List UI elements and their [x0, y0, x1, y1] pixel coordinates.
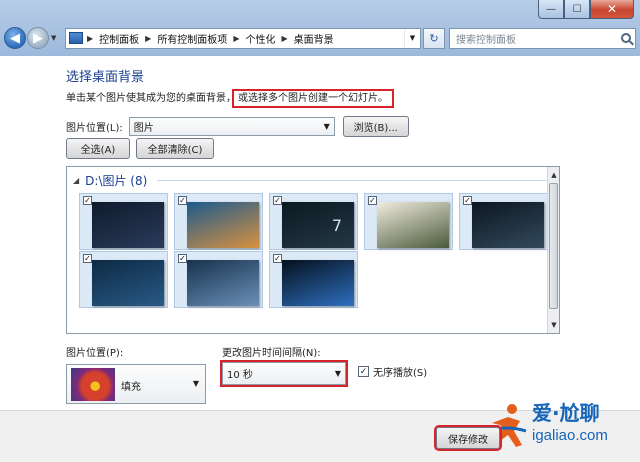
group-divider: [157, 180, 547, 181]
chevron-down-icon: ▼: [334, 369, 341, 378]
wallpaper-thumbnail[interactable]: ✓: [79, 251, 168, 308]
window-controls: — ☐ ✕: [538, 0, 634, 19]
description-text: 单击某个图片使其成为您的桌面背景，: [66, 93, 236, 104]
gallery-group-title: D:\图片 (8): [85, 174, 148, 188]
wallpaper-thumbnail[interactable]: ✓ 7: [269, 193, 358, 250]
breadcrumb-arrow-icon[interactable]: ▶: [145, 34, 151, 43]
breadcrumb-arrow-icon[interactable]: ▶: [233, 34, 239, 43]
search-placeholder: 搜索控制面板: [456, 34, 516, 46]
picture-location-select[interactable]: 图片 ▼: [128, 117, 335, 136]
wallpaper-thumbnail[interactable]: ✓: [364, 193, 453, 250]
thumbnail-checkbox[interactable]: ✓: [273, 254, 282, 263]
forward-button[interactable]: ▶: [27, 27, 49, 49]
collapse-triangle-icon[interactable]: ◢: [73, 176, 79, 185]
dialog-footer: 爱·尬聊 igaliao.com 保存修改: [0, 401, 640, 462]
shuffle-label: 无序播放(S): [373, 368, 428, 379]
watermark-brand: 爱·尬聊: [532, 401, 600, 425]
minimize-button[interactable]: —: [538, 0, 564, 19]
select-all-button[interactable]: 全选(A): [66, 138, 130, 159]
dark-abstract-image: [472, 202, 544, 248]
thumbnail-checkbox[interactable]: ✓: [178, 196, 187, 205]
number-seven-image: 7: [282, 202, 354, 248]
night-road-image: [92, 260, 164, 306]
thumbnail-checkbox[interactable]: ✓: [178, 254, 187, 263]
thumbnail-checkbox[interactable]: ✓: [463, 196, 472, 205]
highlighted-description-text: 或选择多个图片创建一个幻灯片。: [232, 89, 394, 108]
watermark-url: igaliao.com: [532, 427, 608, 444]
picture-position-label: 图片位置(P):: [66, 348, 124, 359]
picture-location-value: 图片: [133, 123, 154, 134]
browse-button[interactable]: 浏览(B)...: [342, 116, 409, 137]
interval-value: 10 秒: [227, 370, 253, 381]
clear-all-button[interactable]: 全部清除(C): [136, 138, 214, 159]
search-input[interactable]: 搜索控制面板: [449, 27, 636, 49]
lakeside-image: [187, 260, 259, 306]
refresh-button[interactable]: ↻: [423, 27, 445, 49]
city-skyline-image: [187, 202, 259, 248]
address-history-dropdown-icon[interactable]: ▼: [404, 28, 420, 48]
breadcrumb-item[interactable]: 桌面背景: [294, 31, 334, 46]
picture-location-label: 图片位置(L):: [66, 123, 123, 134]
explorer-header: — ☐ ✕ ◀ ▶ ▼ ▶ 控制面板 ▶ 所有控制面板项 ▶ 个性化 ▶ 桌面背…: [0, 0, 640, 56]
shuffle-checkbox[interactable]: ✓ 无序播放(S): [358, 364, 427, 379]
checkmark-icon[interactable]: ✓: [358, 366, 369, 377]
scroll-down-icon[interactable]: ▼: [548, 319, 560, 331]
picture-position-select[interactable]: 填充 ▼: [66, 364, 206, 404]
address-bar[interactable]: ▶ 控制面板 ▶ 所有控制面板项 ▶ 个性化 ▶ 桌面背景 ▼: [65, 27, 421, 49]
interval-label: 更改图片时间间隔(N):: [222, 348, 321, 359]
night-sky-image: [92, 202, 164, 248]
watermark-logo: 爱·尬聊 igaliao.com: [486, 397, 636, 457]
thumbnail-checkbox[interactable]: ✓: [83, 254, 92, 263]
picture-position-value: 填充: [121, 382, 141, 393]
breadcrumb-item[interactable]: 个性化: [245, 31, 275, 46]
picture-gallery: ◢ D:\图片 (8) ✓ ✓ ✓ 7 ✓ ✓ ✓ ✓ ✓ ▲ ▼: [66, 166, 560, 334]
breadcrumb-item[interactable]: 所有控制面板项: [157, 31, 227, 46]
control-panel-icon: [69, 32, 83, 44]
back-button[interactable]: ◀: [4, 27, 26, 49]
scrollbar-thumb[interactable]: [549, 183, 558, 309]
chevron-down-icon: ▼: [192, 379, 199, 388]
maximize-button[interactable]: ☐: [564, 0, 590, 19]
recent-pages-dropdown-icon[interactable]: ▼: [51, 34, 61, 42]
page-description: 单击某个图片使其成为您的桌面背景， 或选择多个图片创建一个幻灯片。: [66, 89, 394, 108]
wallpaper-thumbnail[interactable]: ✓: [459, 193, 548, 250]
gallery-group-header[interactable]: ◢ D:\图片 (8): [73, 172, 547, 189]
close-button[interactable]: ✕: [590, 0, 634, 19]
scroll-up-icon[interactable]: ▲: [548, 169, 560, 181]
main-content: 选择桌面背景 单击某个图片使其成为您的桌面背景， 或选择多个图片创建一个幻灯片。 …: [4, 56, 636, 410]
picture-location-row: 图片位置(L): 图片 ▼ 浏览(B)...: [66, 116, 409, 137]
chevron-down-icon: ▼: [323, 122, 330, 131]
thumbnail-checkbox[interactable]: ✓: [368, 196, 377, 205]
wallpaper-thumbnail[interactable]: ✓: [174, 193, 263, 250]
search-icon[interactable]: [621, 33, 631, 43]
thumbnail-checkbox[interactable]: ✓: [273, 196, 282, 205]
wallpaper-thumbnail[interactable]: ✓: [269, 251, 358, 308]
architecture-image: [377, 202, 449, 248]
flower-preview-image: [71, 368, 115, 401]
blue-sphere-image: [282, 260, 354, 306]
page-title: 选择桌面背景: [66, 70, 145, 85]
interval-select[interactable]: 10 秒 ▼: [220, 360, 348, 387]
wallpaper-thumbnail[interactable]: ✓: [79, 193, 168, 250]
breadcrumb-arrow-icon[interactable]: ▶: [281, 34, 287, 43]
breadcrumb-item[interactable]: 控制面板: [99, 31, 139, 46]
navigation-bar: ◀ ▶ ▼ ▶ 控制面板 ▶ 所有控制面板项 ▶ 个性化 ▶ 桌面背景 ▼ ↻ …: [4, 26, 636, 50]
thumbnail-checkbox[interactable]: ✓: [83, 196, 92, 205]
thumbnail-overlay-text: 7: [331, 216, 342, 235]
breadcrumb: ▶ 控制面板 ▶ 所有控制面板项 ▶ 个性化 ▶ 桌面背景: [87, 31, 334, 46]
save-changes-button[interactable]: 保存修改: [434, 425, 502, 451]
breadcrumb-arrow-icon[interactable]: ▶: [87, 34, 93, 43]
wallpaper-thumbnail[interactable]: ✓: [174, 251, 263, 308]
gallery-scrollbar[interactable]: ▲ ▼: [547, 167, 559, 333]
